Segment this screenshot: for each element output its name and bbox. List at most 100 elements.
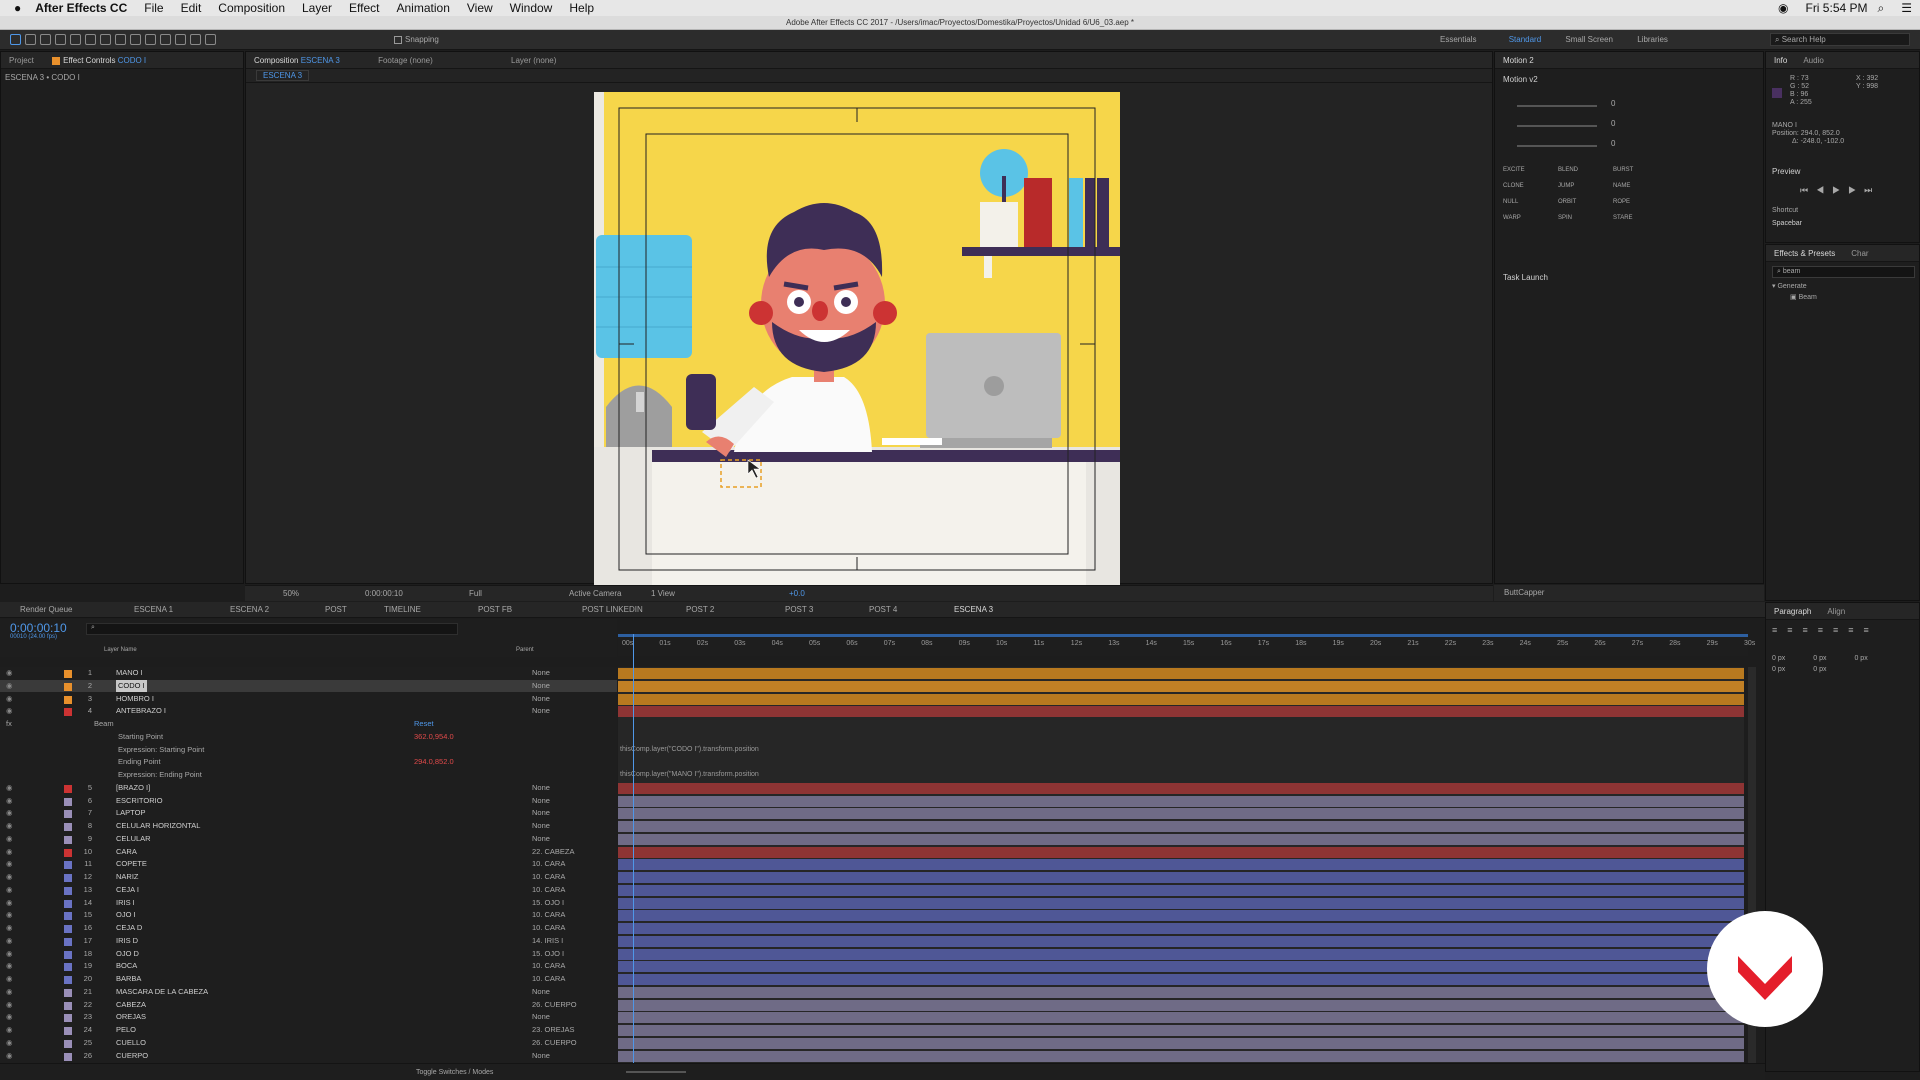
hand-tool-icon[interactable] bbox=[25, 34, 36, 45]
parent-select[interactable]: None bbox=[532, 693, 550, 706]
parent-select[interactable]: None bbox=[532, 807, 550, 820]
selection-tool-icon[interactable] bbox=[10, 34, 21, 45]
label-color[interactable] bbox=[64, 886, 72, 895]
layer-row[interactable]: ◉ 16 CEJA D 10. CARA bbox=[0, 922, 617, 935]
rotate-tool-icon[interactable] bbox=[55, 34, 66, 45]
visibility-eye-icon[interactable]: ◉ bbox=[6, 1024, 13, 1037]
timeline-tab[interactable]: POST FB bbox=[478, 602, 512, 618]
motion-warp-button[interactable]: WARP bbox=[1503, 215, 1558, 221]
layer-row[interactable]: ◉ 14 IRIS I 15. OJO I bbox=[0, 897, 617, 910]
label-color[interactable] bbox=[64, 1039, 72, 1048]
parent-select[interactable]: 10. CARA bbox=[532, 973, 565, 986]
label-color[interactable] bbox=[64, 682, 72, 691]
wifi-icon[interactable]: ◉ bbox=[1778, 1, 1788, 15]
label-color[interactable] bbox=[64, 925, 72, 933]
parent-select[interactable]: None bbox=[532, 986, 550, 999]
layer-name[interactable]: IRIS D bbox=[116, 935, 138, 948]
indent-left-value[interactable]: 0 px bbox=[1772, 655, 1785, 662]
spotlight-icon[interactable]: ⌕ bbox=[1878, 1, 1885, 16]
layer-duration-bar[interactable] bbox=[618, 668, 1744, 679]
timeline-tab[interactable]: ESCENA 2 bbox=[230, 602, 269, 618]
layer-duration-bar[interactable] bbox=[618, 974, 1744, 985]
label-color[interactable] bbox=[64, 976, 72, 984]
parent-select[interactable]: 23. OREJAS bbox=[532, 1024, 575, 1037]
layer-name[interactable]: CABEZA bbox=[116, 999, 146, 1012]
layer-row[interactable]: ◉ 4 ANTEBRAZO I None bbox=[0, 705, 617, 718]
label-color[interactable] bbox=[64, 1027, 72, 1035]
label-color[interactable] bbox=[64, 1001, 72, 1010]
notification-icon[interactable]: ☰ bbox=[1901, 1, 1912, 15]
view-layout-select[interactable]: 1 View bbox=[651, 586, 675, 602]
layer-duration-bar[interactable] bbox=[618, 923, 1744, 934]
timeline-search-input[interactable]: ⌕ bbox=[86, 623, 458, 635]
parent-select[interactable]: None bbox=[532, 680, 550, 693]
current-time[interactable]: 0:00:00:10 bbox=[365, 586, 403, 602]
timeline-timecode[interactable]: 0:00:00:10 bbox=[10, 621, 67, 635]
parent-select[interactable]: 10. CARA bbox=[532, 960, 565, 973]
camera-tool-icon[interactable] bbox=[70, 34, 81, 45]
menu-window[interactable]: Window bbox=[510, 1, 553, 15]
parent-select[interactable]: None bbox=[532, 705, 550, 718]
effect-property-row[interactable]: Ending Point 294.0,852.0 bbox=[0, 756, 617, 769]
timeline-tab[interactable]: POST 3 bbox=[785, 602, 813, 618]
zoom-slider[interactable] bbox=[626, 1071, 686, 1073]
composition-viewer[interactable] bbox=[594, 92, 1120, 586]
motion-blend-button[interactable]: BLEND bbox=[1558, 167, 1613, 173]
zoom-tool-icon[interactable] bbox=[40, 34, 51, 45]
tab-info[interactable]: Info bbox=[1766, 52, 1795, 68]
label-color[interactable] bbox=[64, 810, 72, 819]
layer-name[interactable]: ESCRITORIO bbox=[116, 795, 163, 808]
parent-select[interactable]: 10. CARA bbox=[532, 871, 565, 884]
layer-name[interactable]: CUELLO bbox=[116, 1037, 146, 1050]
pen-tool-icon[interactable] bbox=[115, 34, 126, 45]
visibility-eye-icon[interactable]: ◉ bbox=[6, 820, 13, 833]
parent-select[interactable]: 26. CUERPO bbox=[532, 1037, 577, 1050]
motion-jump-button[interactable]: JUMP bbox=[1558, 183, 1613, 189]
parent-select[interactable]: None bbox=[532, 820, 550, 833]
label-color[interactable] bbox=[64, 823, 72, 831]
layer-row[interactable]: ◉ 9 CELULAR None bbox=[0, 833, 617, 846]
layer-row[interactable]: ◉ 21 MASCARA DE LA CABEZA None bbox=[0, 986, 617, 999]
parent-select[interactable]: None bbox=[532, 795, 550, 808]
layer-duration-bar[interactable] bbox=[618, 706, 1744, 718]
search-help-field[interactable]: ⌕ Search Help bbox=[1770, 33, 1910, 46]
timeline-tab[interactable]: POST 2 bbox=[686, 602, 714, 618]
visibility-eye-icon[interactable]: ◉ bbox=[6, 807, 13, 820]
label-color[interactable] bbox=[64, 848, 72, 857]
layer-duration-bar[interactable] bbox=[618, 1037, 1744, 1049]
motion-spin-button[interactable]: SPIN bbox=[1558, 215, 1613, 221]
layer-name[interactable]: CELULAR HORIZONTAL bbox=[116, 820, 200, 833]
layer-row[interactable]: ◉ 1 MANO I None bbox=[0, 667, 617, 680]
toggle-switches-modes[interactable]: Toggle Switches / Modes bbox=[416, 1064, 493, 1080]
layer-duration-bar[interactable] bbox=[618, 795, 1744, 807]
parent-select[interactable]: None bbox=[532, 1050, 550, 1063]
roto-brush-tool-icon[interactable] bbox=[190, 34, 201, 45]
timeline-tab[interactable]: Render Queue bbox=[20, 602, 72, 618]
motion-stare-button[interactable]: STARE bbox=[1613, 215, 1668, 221]
visibility-eye-icon[interactable]: ◉ bbox=[6, 922, 13, 935]
slider-2[interactable] bbox=[1517, 125, 1597, 127]
menu-layer[interactable]: Layer bbox=[302, 1, 332, 15]
layer-row[interactable]: ◉ 23 OREJAS None bbox=[0, 1011, 617, 1024]
motion-name-button[interactable]: NAME bbox=[1613, 183, 1668, 189]
layer-name[interactable]: CUERPO bbox=[116, 1050, 148, 1063]
slider-1[interactable] bbox=[1517, 105, 1597, 107]
timeline-tab[interactable]: ESCENA 3 bbox=[954, 602, 993, 618]
visibility-eye-icon[interactable]: ◉ bbox=[6, 833, 13, 846]
layer-duration-bar[interactable] bbox=[618, 1025, 1744, 1036]
menu-composition[interactable]: Composition bbox=[218, 1, 285, 15]
shortcut-select[interactable]: Spacebar bbox=[1772, 220, 1802, 227]
effects-search-input[interactable]: ⌕ beam bbox=[1772, 266, 1915, 278]
visibility-eye-icon[interactable]: ◉ bbox=[6, 973, 13, 986]
tab-align[interactable]: Align bbox=[1819, 603, 1853, 619]
layer-row[interactable]: ◉ 25 CUELLO 26. CUERPO bbox=[0, 1037, 617, 1050]
layer-row[interactable]: ◉ 2 CODO I None bbox=[0, 679, 617, 693]
layer-row[interactable]: ◉ 22 CABEZA 26. CUERPO bbox=[0, 999, 617, 1012]
layer-row[interactable]: ◉ 8 CELULAR HORIZONTAL None bbox=[0, 820, 617, 833]
motion-clone-button[interactable]: CLONE bbox=[1503, 183, 1558, 189]
parent-select[interactable]: None bbox=[532, 1011, 550, 1024]
layer-row[interactable]: ◉ 11 COPETE 10. CARA bbox=[0, 858, 617, 871]
layer-row[interactable]: ◉ 3 HOMBRO I None bbox=[0, 693, 617, 706]
parent-select[interactable]: 14. IRIS I bbox=[532, 935, 563, 948]
label-color[interactable] bbox=[64, 950, 72, 959]
